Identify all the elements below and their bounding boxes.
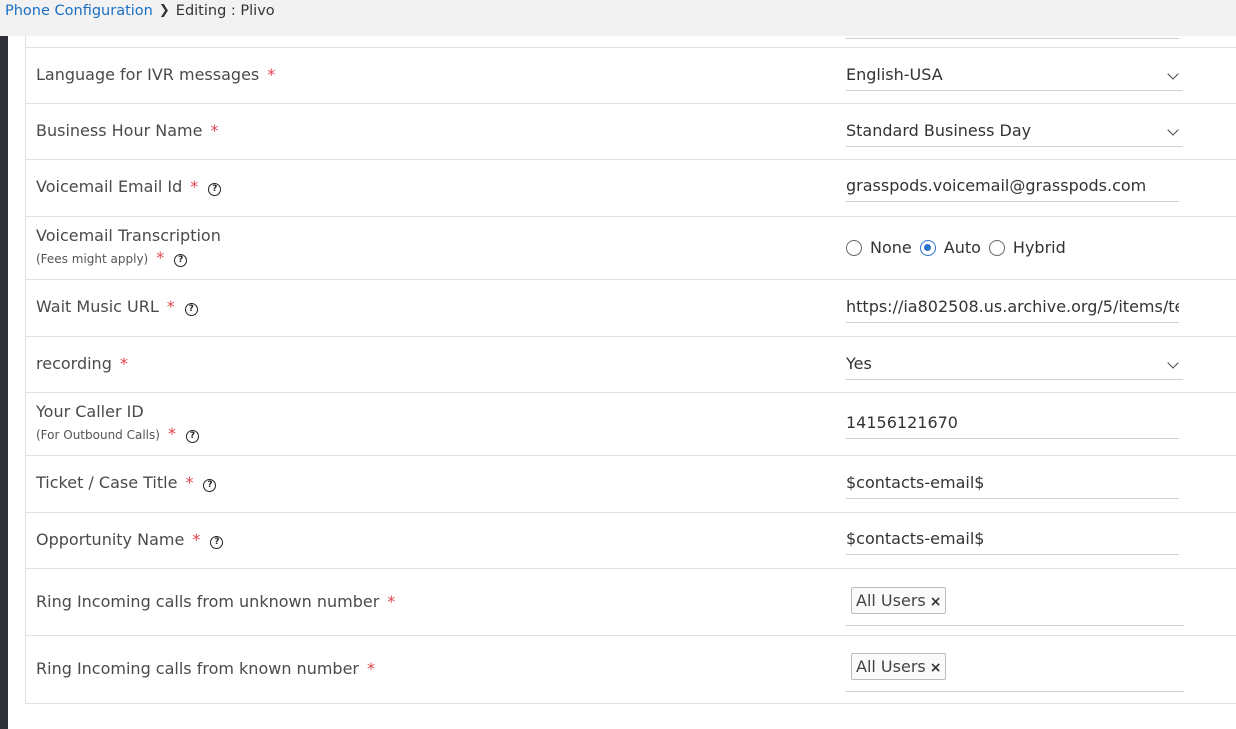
left-sidebar-edge: [0, 36, 8, 729]
radio-auto-label: Auto: [943, 238, 981, 257]
required-asterisk: *: [156, 248, 165, 267]
ring-known-label: Ring Incoming calls from known number *: [36, 659, 375, 678]
chevron-down-icon: [1167, 357, 1179, 369]
form-row-opportunity: Opportunity Name *? $contacts-email$: [26, 513, 1236, 569]
transcription-radio-group: None Auto Hybrid: [846, 238, 1074, 257]
partial-field[interactable]: [846, 8, 1179, 39]
remove-tag-icon[interactable]: ×: [930, 660, 942, 676]
tag-label: All Users: [856, 591, 926, 610]
radio-auto-selected[interactable]: [919, 239, 936, 256]
chevron-right-icon: ❯: [158, 3, 170, 18]
required-asterisk: *: [210, 121, 219, 140]
form-row-ticket-title: Ticket / Case Title *? $contacts-email$: [26, 456, 1236, 513]
opportunity-label: Opportunity Name *?: [36, 530, 224, 549]
required-asterisk: *: [267, 65, 276, 84]
ticket-title-input[interactable]: $contacts-email$: [846, 469, 1179, 499]
transcription-sublabel: (Fees might apply): [36, 252, 149, 266]
voicemail-email-input[interactable]: grasspods.voicemail@grasspods.com: [846, 172, 1179, 202]
radio-none[interactable]: [846, 239, 862, 256]
radio-hybrid[interactable]: [988, 239, 1005, 256]
transcription-title: Voicemail Transcription: [36, 226, 221, 245]
required-asterisk: *: [185, 473, 194, 492]
radio-none-label: None: [870, 238, 912, 257]
required-asterisk: *: [367, 659, 375, 678]
wait-music-input[interactable]: https://ia802508.us.archive.org/5/items/…: [846, 293, 1179, 323]
ring-unknown-multiselect[interactable]: All Users ×: [846, 585, 1184, 626]
required-asterisk: *: [119, 354, 128, 373]
help-icon[interactable]: ?: [203, 479, 217, 492]
help-icon[interactable]: ?: [185, 430, 199, 443]
recording-label: recording *: [36, 354, 128, 373]
business-hour-value: Standard Business Day: [846, 121, 1032, 140]
help-icon[interactable]: ?: [208, 183, 222, 196]
form-row-ring-unknown: Ring Incoming calls from unknown number *…: [26, 569, 1236, 636]
ring-unknown-label: Ring Incoming calls from unknown number *: [36, 592, 396, 611]
breadcrumb-parent-link[interactable]: Phone Configuration: [5, 0, 153, 22]
form-row-business-hour: Business Hour Name * Standard Business Da…: [26, 104, 1236, 160]
required-asterisk: *: [190, 177, 199, 196]
business-hour-select[interactable]: Standard Business Day: [846, 117, 1183, 147]
opportunity-input[interactable]: $contacts-email$: [846, 525, 1179, 555]
help-icon[interactable]: ?: [174, 254, 188, 267]
ticket-title-label: Ticket / Case Title *?: [36, 473, 217, 492]
caller-id-sublabel: (For Outbound Calls): [36, 428, 160, 442]
help-icon[interactable]: ?: [184, 303, 198, 316]
language-label: Language for IVR messages *: [36, 65, 276, 84]
required-asterisk: *: [387, 592, 396, 611]
chevron-down-icon: [1167, 68, 1179, 80]
form-row-language: Language for IVR messages * English-USA: [26, 48, 1236, 104]
remove-tag-icon[interactable]: ×: [930, 594, 942, 610]
ring-known-multiselect[interactable]: All Users ×: [846, 651, 1184, 692]
form-row-recording: recording * Yes: [26, 337, 1236, 393]
recording-select[interactable]: Yes: [846, 350, 1183, 380]
transcription-option-auto[interactable]: Auto: [919, 238, 981, 257]
radio-hybrid-label: Hybrid: [1012, 238, 1066, 257]
help-icon[interactable]: ?: [210, 536, 224, 549]
caller-id-input[interactable]: 14156121670: [846, 409, 1179, 439]
transcription-option-hybrid[interactable]: Hybrid: [988, 238, 1066, 257]
caller-id-title: Your Caller ID: [36, 402, 144, 421]
recording-value: Yes: [846, 354, 872, 373]
voicemail-email-label: Voicemail Email Id *?: [36, 177, 222, 196]
form-row-transcription: Voicemail Transcription (Fees might appl…: [26, 217, 1236, 280]
form-row-wait-music: Wait Music URL *? https://ia802508.us.arc…: [26, 280, 1236, 337]
required-asterisk: *: [192, 530, 201, 549]
transcription-option-none[interactable]: None: [846, 238, 912, 257]
language-value: English-USA: [846, 65, 943, 84]
breadcrumb-current: Editing : Plivo: [175, 3, 275, 19]
wait-music-label: Wait Music URL *?: [36, 297, 198, 316]
form-row-ring-known: Ring Incoming calls from known number * A…: [26, 636, 1236, 704]
business-hour-label: Business Hour Name *: [36, 121, 219, 140]
tag-all-users: All Users ×: [851, 653, 947, 680]
required-asterisk: *: [166, 297, 175, 316]
required-asterisk: *: [167, 424, 176, 443]
caller-id-label: Your Caller ID (For Outbound Calls) *?: [36, 402, 199, 445]
tag-all-users: All Users ×: [851, 587, 947, 614]
form-row-partial: [26, 36, 1236, 48]
form-row-caller-id: Your Caller ID (For Outbound Calls) *? 14…: [26, 393, 1236, 456]
tag-label: All Users: [856, 657, 926, 676]
language-select[interactable]: English-USA: [846, 61, 1183, 91]
transcription-label: Voicemail Transcription (Fees might appl…: [36, 226, 221, 269]
chevron-down-icon: [1167, 124, 1179, 136]
form-row-voicemail-email: Voicemail Email Id *? grasspods.voicemail…: [26, 160, 1236, 217]
